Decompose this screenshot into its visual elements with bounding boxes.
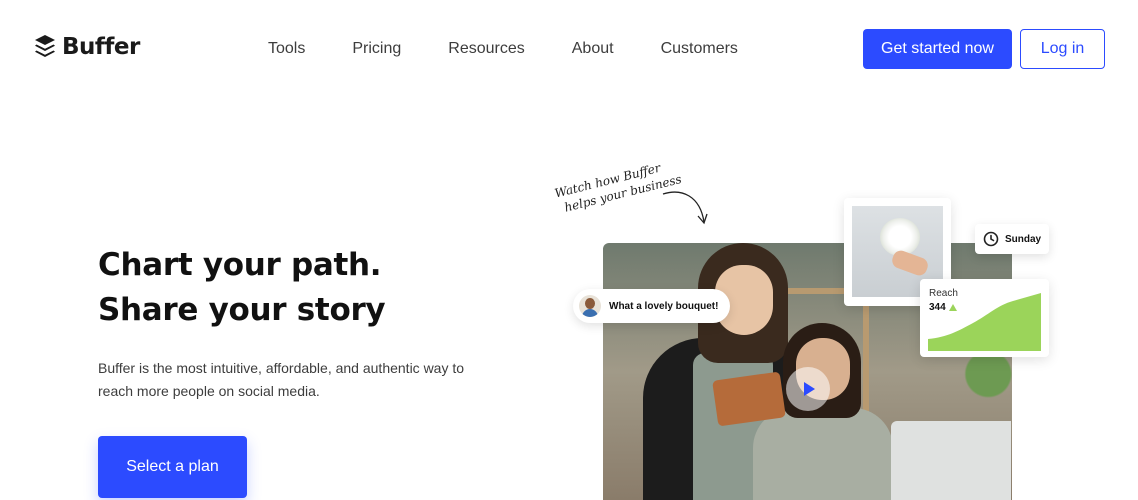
nav-customers[interactable]: Customers — [661, 40, 738, 58]
buffer-logo[interactable]: Buffer — [34, 34, 140, 60]
login-button[interactable]: Log in — [1020, 29, 1105, 69]
nav-pricing[interactable]: Pricing — [352, 40, 401, 58]
reach-area-chart — [928, 293, 1041, 351]
schedule-badge: Sunday — [975, 224, 1049, 254]
tablet — [712, 371, 786, 427]
hero-title-line2: Share your story — [98, 292, 386, 328]
buffer-stack-icon — [35, 35, 55, 57]
hero-title: Chart your path. Share your story — [98, 243, 386, 333]
reach-value: 344 — [929, 302, 946, 313]
avatar — [579, 295, 601, 317]
person-2 — [753, 408, 893, 500]
hero-description: Buffer is the most intuitive, affordable… — [98, 360, 465, 399]
trend-up-icon — [948, 304, 957, 311]
site-header: Buffer Tools Pricing Resources About Cus… — [0, 0, 1138, 98]
laptop — [891, 421, 1011, 500]
reach-card: Reach 344 — [920, 279, 1049, 357]
logo-text: Buffer — [62, 34, 140, 60]
get-started-button[interactable]: Get started now — [863, 29, 1012, 69]
shelf — [863, 293, 869, 413]
play-icon — [804, 382, 815, 396]
play-button[interactable] — [786, 367, 830, 411]
select-plan-button[interactable]: Select a plan — [98, 436, 247, 498]
reach-value-row: 344 — [929, 302, 957, 313]
reach-label: Reach — [929, 288, 958, 299]
comment-bubble: What a lovely bouquet! — [573, 289, 731, 323]
schedule-day: Sunday — [1005, 233, 1042, 245]
clock-icon — [983, 231, 999, 247]
main-nav: Tools Pricing Resources About Customers — [268, 40, 785, 58]
hero-title-line1: Chart your path. — [98, 247, 382, 283]
comment-text: What a lovely bouquet! — [609, 300, 719, 312]
nav-resources[interactable]: Resources — [448, 40, 524, 58]
nav-tools[interactable]: Tools — [268, 40, 305, 58]
curved-arrow-icon — [662, 191, 708, 225]
nav-about[interactable]: About — [572, 40, 614, 58]
